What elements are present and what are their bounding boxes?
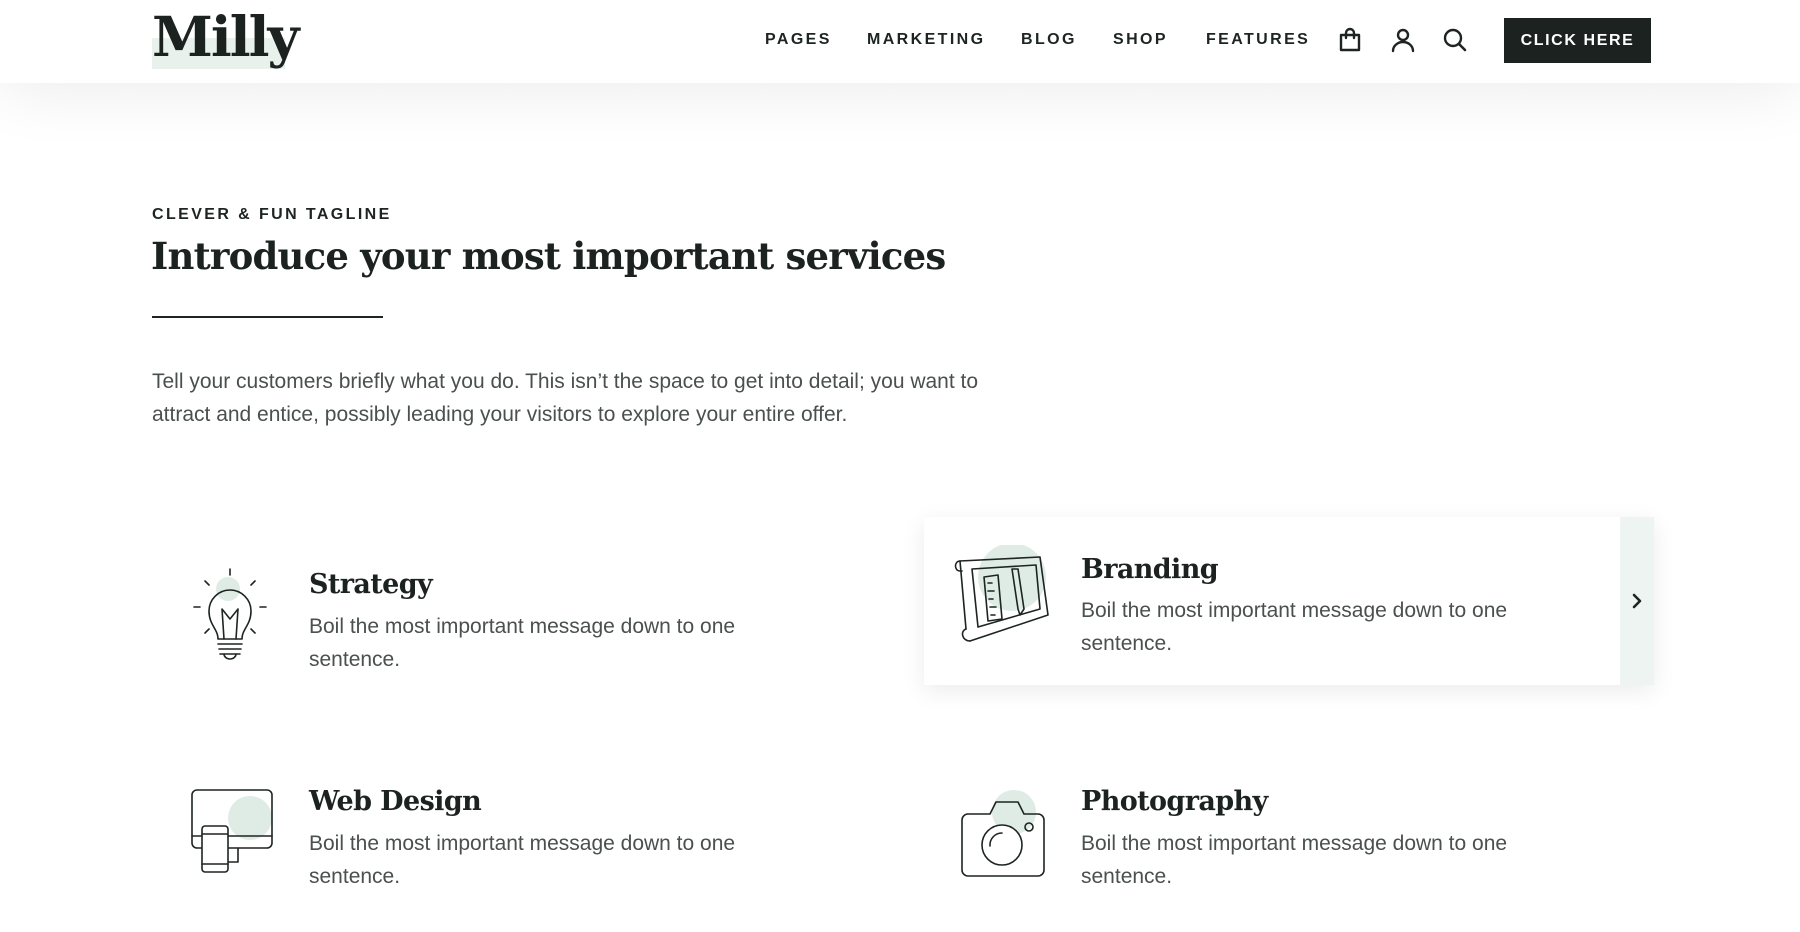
service-title: Photography xyxy=(1081,786,1268,817)
service-card-strategy[interactable]: Strategy Boil the most important message… xyxy=(152,517,882,685)
section-description: Tell your customers briefly what you do.… xyxy=(152,370,979,426)
site-header: Milly PAGES MARKETING BLOG SHOP FEATURES… xyxy=(0,0,1800,83)
shopping-bag-icon[interactable] xyxy=(1336,26,1364,54)
service-title: Web Design xyxy=(309,786,482,817)
title-divider xyxy=(152,316,383,318)
blueprint-icon xyxy=(954,545,1049,642)
nav-pages[interactable]: PAGES xyxy=(765,28,832,52)
lightbulb-icon xyxy=(193,568,267,660)
nav-shop[interactable]: SHOP xyxy=(1113,28,1168,52)
service-description: Boil the most important message down to … xyxy=(309,615,736,671)
nav-marketing[interactable]: MARKETING xyxy=(867,28,985,52)
card-arrow-button[interactable] xyxy=(1620,517,1654,685)
service-description: Boil the most important message down to … xyxy=(1081,832,1508,888)
nav-blog[interactable]: BLOG xyxy=(1021,28,1077,52)
service-card-photography[interactable]: Photography Boil the most important mess… xyxy=(924,752,1654,920)
click-here-button[interactable]: CLICK HERE xyxy=(1504,18,1651,63)
user-icon[interactable] xyxy=(1389,26,1417,54)
devices-icon xyxy=(191,789,273,873)
section-tagline: CLEVER & FUN TAGLINE xyxy=(152,206,392,223)
service-description: Boil the most important message down to … xyxy=(309,832,736,888)
service-title: Strategy xyxy=(309,569,433,600)
camera-icon xyxy=(961,790,1045,877)
nav-features[interactable]: FEATURES xyxy=(1206,28,1310,52)
search-icon[interactable] xyxy=(1441,26,1469,54)
service-card-branding[interactable]: Branding Boil the most important message… xyxy=(924,517,1654,685)
site-logo[interactable]: Milly xyxy=(152,4,300,70)
service-card-web-design[interactable]: Web Design Boil the most important messa… xyxy=(152,752,882,920)
section-title: Introduce your most important services xyxy=(151,234,946,278)
service-description: Boil the most important message down to … xyxy=(1081,599,1508,655)
service-title: Branding xyxy=(1081,554,1219,585)
chevron-right-icon xyxy=(1632,593,1642,609)
